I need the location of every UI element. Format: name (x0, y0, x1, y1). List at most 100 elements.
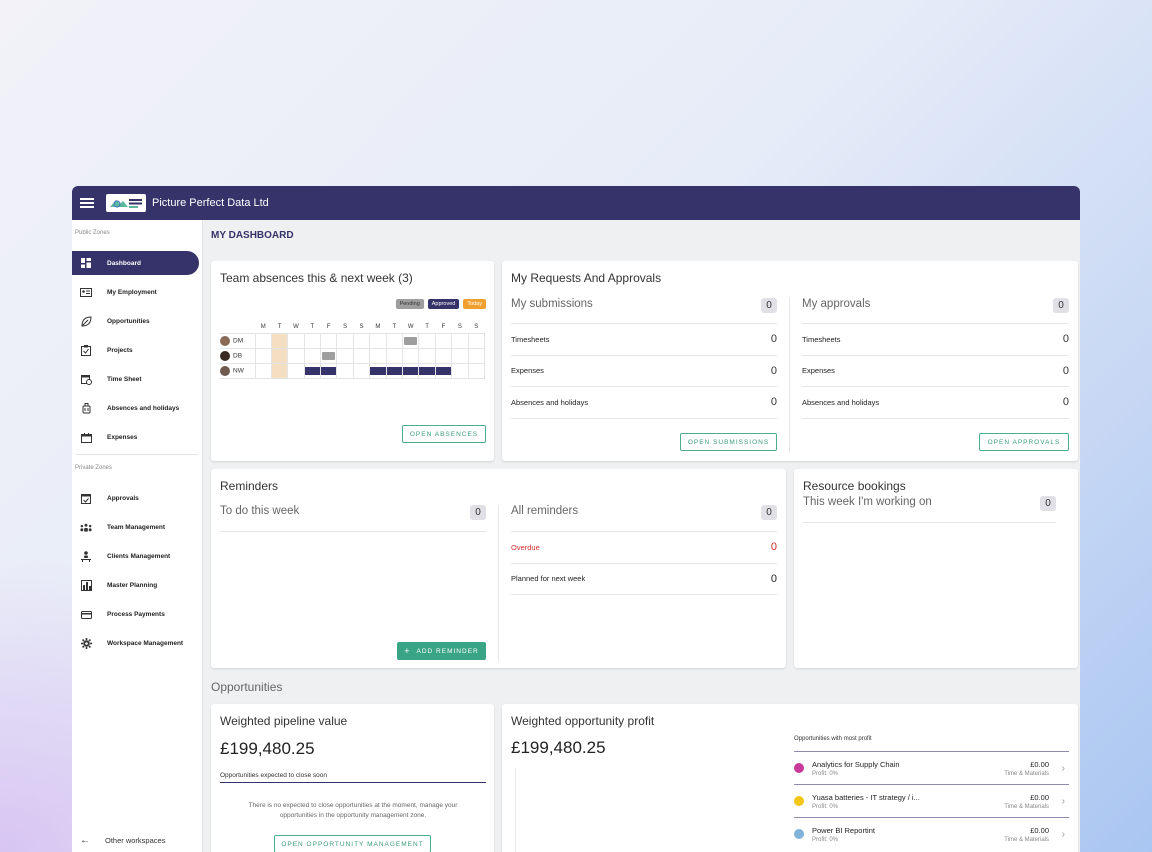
day-header: S (343, 323, 348, 330)
weighted-pipeline-title: Weighted pipeline value (220, 714, 348, 728)
sidebar-item-label: Expenses (107, 434, 138, 441)
calendar-clock-icon (80, 374, 92, 386)
chevron-right-icon[interactable]: › (1062, 796, 1065, 807)
row-value: 0 (770, 333, 777, 346)
day-header: M (260, 323, 266, 330)
sidebar-item-process-payments[interactable]: Process Payments (72, 600, 202, 629)
all-reminders-heading: All reminders (511, 505, 579, 517)
open-submissions-button[interactable]: OPEN SUBMISSIONS (680, 433, 777, 451)
reminders-divider (498, 505, 499, 662)
sidebar-item-approvals[interactable]: Approvals (72, 484, 202, 513)
sidebar-item-label: Master Planning (107, 582, 158, 589)
team-icon (80, 522, 92, 534)
planning-icon (80, 580, 92, 592)
summary-row: Overdue 0 (511, 532, 777, 564)
company-logo (106, 194, 146, 212)
calendar-cell (385, 332, 404, 349)
pipeline-value: £199,480.25 (220, 739, 315, 758)
chevron-right-icon[interactable]: › (1062, 763, 1065, 774)
calendar-cell (402, 347, 420, 364)
legend-approved: Approved (427, 299, 460, 309)
approved-absence-bar[interactable] (419, 366, 435, 375)
private-zones-label: Private Zones (75, 465, 113, 471)
sidebar-item-clients-management[interactable]: Clients Management (72, 542, 202, 571)
approved-absence-bar[interactable] (403, 366, 419, 375)
logo-graphic (110, 199, 142, 208)
calendar-cell (303, 332, 322, 349)
sidebar-item-projects[interactable]: Projects (72, 336, 202, 365)
sidebar-item-label: Team Management (107, 524, 166, 531)
sidebar-item-absences-and-holidays[interactable]: Absences and holidays (72, 394, 202, 423)
sidebar-item-expenses[interactable]: Expenses (72, 423, 202, 452)
sidebar-item-team-management[interactable]: Team Management (72, 513, 202, 542)
todo-week-heading: To do this week (220, 505, 300, 517)
day-header: T (425, 323, 429, 330)
person-initials: NW (233, 367, 244, 375)
sidebar-item-time-sheet[interactable]: Time Sheet (72, 365, 202, 394)
opportunity-list-item[interactable]: Power BI Reportint Profit: 0% £0.00 Time & … (794, 817, 1069, 850)
sidebar: Public Zones Dashboard My Employment Oppor… (72, 220, 203, 852)
sidebar-item-opportunities[interactable]: Opportunities (72, 307, 202, 336)
opportunity-profit: Profit: 0% (812, 836, 839, 843)
row-label: Overdue (511, 542, 540, 552)
open-approvals-button[interactable]: OPEN APPROVALS (979, 433, 1069, 451)
dashboard-icon (80, 257, 92, 269)
opportunity-list-item[interactable]: Yuasa batteries - IT strategy / i... Prof… (794, 784, 1069, 817)
opportunity-name: Yuasa batteries - IT strategy / i... (812, 792, 920, 802)
open-absences-button[interactable]: OPEN ABSENCES (402, 425, 486, 443)
hamburger-menu-icon[interactable] (80, 198, 94, 208)
avatar (220, 350, 230, 361)
calendar-cell (352, 347, 371, 364)
summary-row: Absences and holidays 0 (802, 387, 1069, 419)
calendar-cell (434, 362, 453, 379)
approved-absence-bar[interactable] (386, 366, 403, 375)
opportunity-type: Time & Materials (1004, 803, 1049, 810)
calendar-cell (254, 362, 272, 379)
receipt-icon (80, 432, 92, 444)
sidebar-item-my-employment[interactable]: My Employment (72, 278, 202, 307)
row-label: Timesheets (802, 334, 841, 344)
all-reminders-header: All reminders 0 (511, 505, 777, 532)
approved-absence-bar[interactable] (321, 366, 337, 375)
pending-absence-bar[interactable] (404, 336, 418, 345)
opportunity-type: Time & Materials (1004, 770, 1049, 777)
approved-absence-bar[interactable] (304, 366, 321, 375)
calendar-cell (270, 362, 289, 379)
row-value: 0 (770, 541, 777, 554)
opportunity-color-dot (794, 796, 804, 806)
chevron-right-icon[interactable]: › (1062, 829, 1065, 840)
expected-close-subheading: Opportunities expected to close soon (220, 772, 486, 783)
sidebar-item-dashboard[interactable]: Dashboard (72, 251, 199, 275)
row-label: Timesheets (511, 334, 550, 344)
sidebar-item-label: Clients Management (107, 553, 171, 560)
sidebar-item-label: Opportunities (107, 318, 150, 325)
add-reminder-button[interactable]: + ADD REMINDER (397, 642, 486, 660)
calendar-cell (287, 362, 305, 379)
sidebar-item-label: Projects (107, 347, 133, 354)
other-workspaces-link[interactable]: ← Other workspaces (72, 828, 165, 852)
approved-absence-bar[interactable] (435, 366, 452, 375)
sidebar-item-master-planning[interactable]: Master Planning (72, 571, 202, 600)
calendar-cell (303, 362, 322, 379)
calendar-cell (451, 332, 469, 349)
open-opportunity-management-button[interactable]: OPEN OPPORTUNITY MANAGEMENT (274, 835, 431, 852)
legend-pending: Pending (395, 299, 424, 309)
calendar-cell (254, 332, 272, 349)
approved-absence-bar[interactable] (370, 366, 386, 375)
row-value: 0 (770, 396, 777, 409)
calendar-row: DB (220, 347, 485, 364)
sidebar-item-label: Workspace Management (107, 640, 184, 647)
calendar-cell (451, 347, 469, 364)
opportunities-section-title: Opportunities (211, 680, 283, 694)
my-submissions-heading: My submissions (511, 298, 593, 310)
leaf-icon (80, 316, 92, 328)
opportunity-profit: Profit: 0% (812, 770, 839, 777)
calendar-cell (287, 347, 305, 364)
opportunity-list-item[interactable]: Analytics for Supply Chain Profit: 0% £0.0… (794, 751, 1069, 784)
pending-absence-bar[interactable] (322, 351, 336, 360)
plus-icon: + (404, 646, 411, 656)
calendar-cell (402, 332, 420, 349)
sidebar-item-workspace-management[interactable]: Workspace Management (72, 629, 202, 658)
row-label: Planned for next week (511, 574, 586, 584)
public-zones-label: Public Zones (75, 230, 110, 236)
